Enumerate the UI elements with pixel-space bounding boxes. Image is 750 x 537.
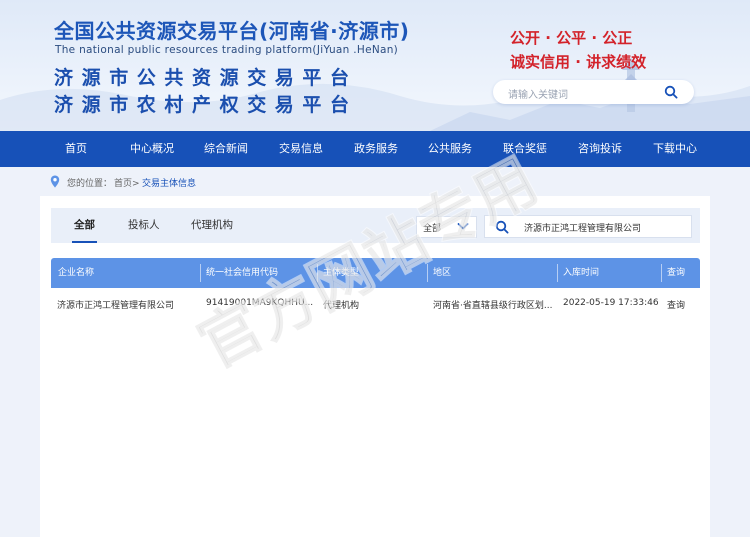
col-divider [557, 264, 558, 282]
content-panel [40, 196, 710, 537]
company-search-field[interactable]: 济源市正鸿工程管理有限公司 [484, 215, 692, 238]
col-header-entry-time: 入库时间 [563, 268, 600, 278]
nav-item-news[interactable]: 综合新闻 [204, 131, 248, 167]
nav-item-public-service[interactable]: 公共服务 [428, 131, 472, 167]
nav-item-joint-rewards[interactable]: 联合奖惩 [503, 131, 547, 167]
tab-all[interactable]: 全部 [72, 208, 97, 243]
nav-item-gov-service[interactable]: 政务服务 [354, 131, 398, 167]
site-title-cn: 全国公共资源交易平台(河南省·济源市) [54, 19, 410, 43]
search-icon[interactable] [664, 85, 678, 99]
chevron-down-icon[interactable] [457, 222, 469, 231]
cell-region: 河南省·省直辖县级行政区划... [433, 301, 553, 311]
site-title-en: The national public resources trading pl… [55, 44, 399, 56]
col-header-query: 查询 [667, 268, 686, 278]
cell-company-name: 济源市正鸿工程管理有限公司 [57, 301, 175, 311]
header-search-placeholder[interactable]: 请输入关键词 [508, 86, 568, 101]
site-header: 全国公共资源交易平台(河南省·济源市) The national public … [0, 0, 750, 131]
search-icon[interactable] [495, 220, 509, 234]
query-link[interactable]: 查询 [667, 298, 685, 311]
col-header-entity-type: 主体类型 [323, 268, 360, 278]
tab-bidder[interactable]: 投标人 [128, 208, 160, 243]
col-header-credit-code: 统一社会信用代码 [206, 268, 279, 278]
nav-item-download[interactable]: 下载中心 [653, 131, 697, 167]
main-nav: 首页 中心概况 综合新闻 交易信息 政务服务 公共服务 联合奖惩 咨询投诉 下载… [0, 131, 750, 167]
location-pin-icon [50, 175, 60, 188]
type-select[interactable]: 全部 [416, 216, 477, 238]
col-divider [427, 264, 428, 282]
slogan-line-1: 公开 · 公平 · 公正 [510, 29, 633, 47]
col-divider [200, 264, 201, 282]
cell-entity-type: 代理机构 [323, 301, 360, 311]
table-header: 企业名称 统一社会信用代码 主体类型 地区 入库时间 查询 [51, 258, 700, 288]
cell-credit-code: 91419001MA9KQHHU... [206, 298, 314, 308]
col-divider [317, 264, 318, 282]
platform-title-1: 济源市公共资源交易平台 [54, 67, 358, 89]
slogan-line-2: 诚实信用 · 讲求绩效 [510, 53, 647, 71]
platform-title-2: 济源市农村产权交易平台 [54, 94, 358, 116]
col-header-company: 企业名称 [58, 268, 95, 278]
breadcrumb-home-link[interactable]: 首页> [114, 176, 140, 189]
nav-item-home[interactable]: 首页 [65, 131, 87, 167]
nav-item-trade-info[interactable]: 交易信息 [279, 131, 323, 167]
tab-agency[interactable]: 代理机构 [191, 208, 233, 243]
header-search-box[interactable]: 请输入关键词 [493, 80, 694, 104]
breadcrumb-current: 交易主体信息 [142, 179, 197, 189]
nav-item-center-overview[interactable]: 中心概况 [130, 131, 174, 167]
col-header-region: 地区 [433, 268, 452, 278]
type-select-value[interactable]: 全部 [423, 221, 441, 234]
col-divider [661, 264, 662, 282]
cell-entry-time: 2022-05-19 17:33:46 [563, 298, 659, 308]
breadcrumb-prefix: 您的位置： [67, 179, 113, 189]
company-search-value[interactable]: 济源市正鸿工程管理有限公司 [524, 221, 641, 234]
nav-item-complaints[interactable]: 咨询投诉 [578, 131, 622, 167]
